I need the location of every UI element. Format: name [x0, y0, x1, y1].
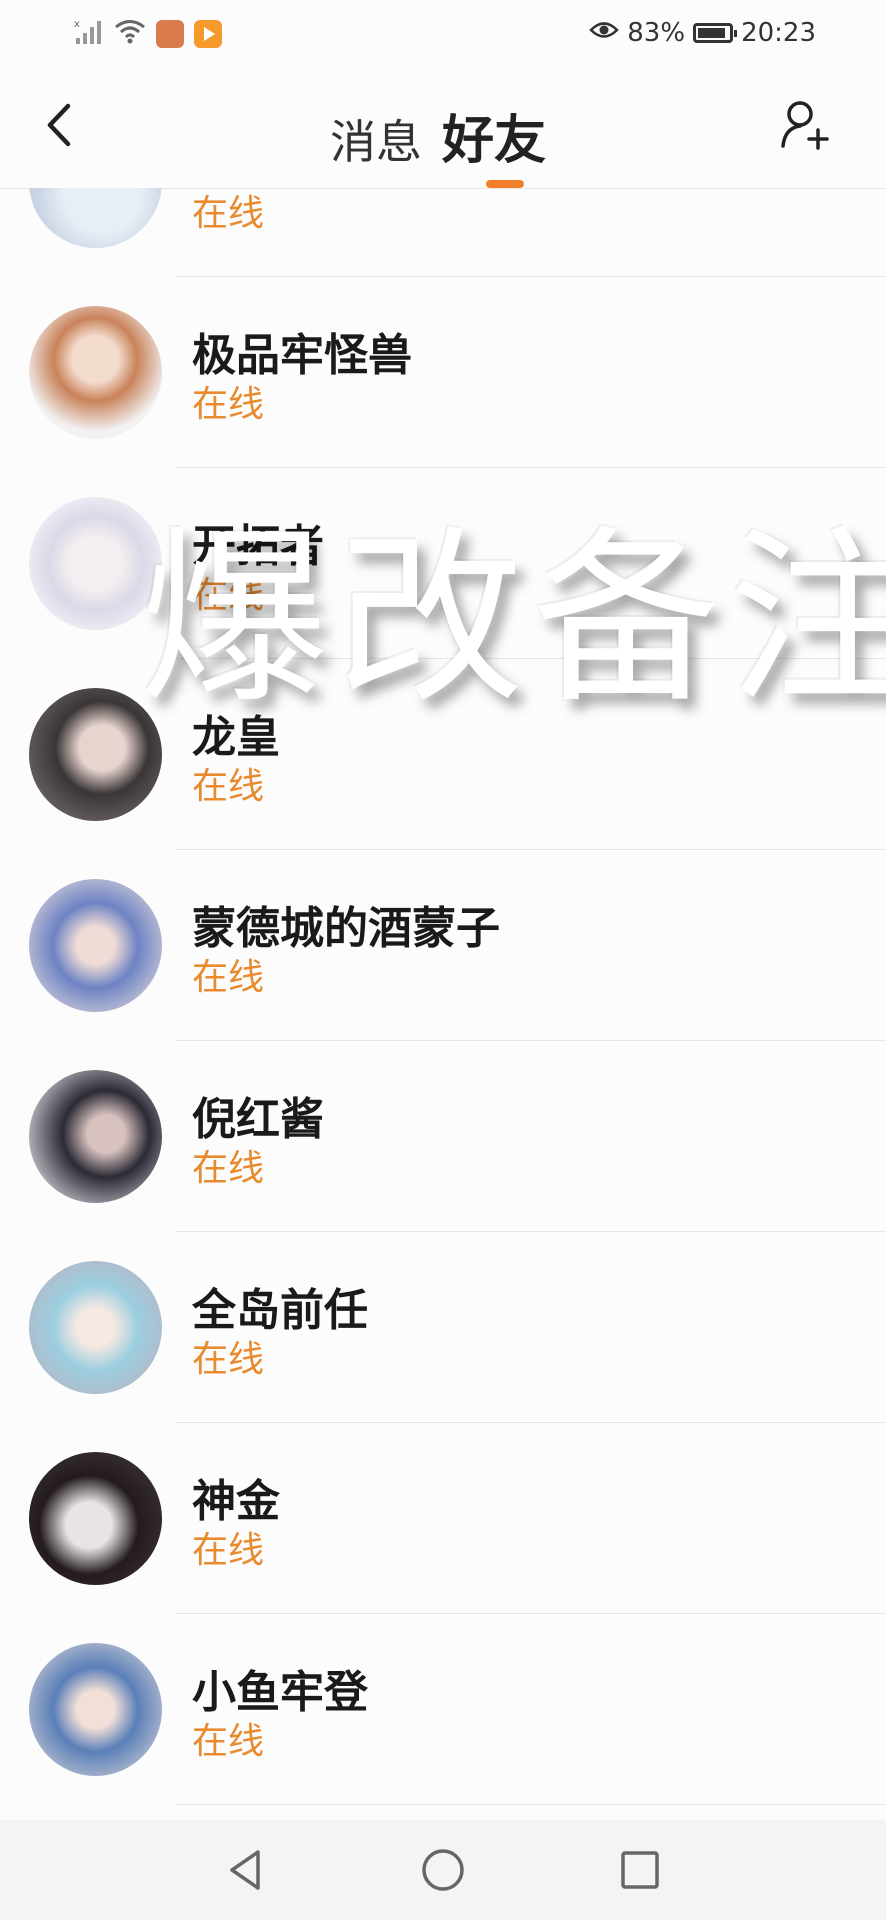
- online-status: 在线: [192, 1530, 265, 1571]
- video-app-notification-icon: [194, 20, 222, 48]
- online-status: 在线: [192, 957, 265, 998]
- online-status: 在线: [192, 193, 265, 234]
- avatar[interactable]: [29, 306, 162, 439]
- online-status: 在线: [192, 384, 265, 425]
- friend-list-item[interactable]: 神金 在线: [0, 1423, 886, 1614]
- friend-list-item[interactable]: 开拓者 在线: [0, 468, 886, 659]
- circle-home-icon: [422, 1849, 464, 1891]
- avatar[interactable]: [29, 188, 162, 248]
- avatar[interactable]: [29, 1452, 162, 1585]
- friend-name: 倪红酱: [192, 1094, 324, 1145]
- friend-list-item[interactable]: 倪红酱 在线: [0, 1041, 886, 1232]
- friend-name: 全岛前任: [192, 1285, 368, 1336]
- online-status: 在线: [192, 1721, 265, 1762]
- status-bar: x 83% 20:23: [0, 0, 886, 70]
- signal-icon: x: [74, 18, 104, 50]
- app-notification-icon: [156, 20, 184, 48]
- battery-percent: 83%: [627, 18, 686, 48]
- tab-friends[interactable]: 好友: [442, 98, 546, 173]
- friend-list-item[interactable]: 全岛前任 在线: [0, 1232, 886, 1423]
- friend-list-item[interactable]: 蒙德城的酒蒙子 在线: [0, 850, 886, 1041]
- battery-icon: [693, 23, 738, 43]
- friend-name: 神金: [192, 1476, 280, 1527]
- system-navigation-bar: [0, 1820, 886, 1920]
- chevron-left-icon: [47, 103, 71, 147]
- svg-text:x: x: [74, 19, 80, 30]
- friend-name: 蒙德城的酒蒙子: [192, 903, 500, 954]
- avatar[interactable]: [29, 1070, 162, 1203]
- avatar[interactable]: [29, 1643, 162, 1776]
- square-recents-icon: [621, 1851, 659, 1889]
- divider: [176, 1804, 886, 1805]
- friend-list-item[interactable]: 极品牢怪兽 在线: [0, 277, 886, 468]
- avatar[interactable]: [29, 1261, 162, 1394]
- friend-list-item[interactable]: 小鱼牢登 在线: [0, 1614, 886, 1805]
- nav-home-button[interactable]: [415, 1842, 471, 1898]
- top-bar: 消息 好友: [0, 70, 886, 189]
- friend-name: 开拓者: [192, 521, 324, 572]
- online-status: 在线: [192, 1148, 265, 1189]
- wifi-icon: [114, 19, 146, 49]
- avatar[interactable]: [29, 497, 162, 630]
- avatar[interactable]: [29, 688, 162, 821]
- friend-name: 极品牢怪兽: [192, 330, 412, 381]
- avatar[interactable]: [29, 879, 162, 1012]
- nav-recents-button[interactable]: [612, 1842, 668, 1898]
- online-status: 在线: [192, 766, 265, 807]
- online-status: 在线: [192, 1339, 265, 1380]
- back-button[interactable]: [40, 100, 80, 150]
- triangle-back-icon: [230, 1850, 260, 1890]
- eye-comfort-icon: [589, 18, 620, 48]
- clock: 20:23: [741, 18, 816, 48]
- friend-name: 龙皇: [192, 712, 280, 763]
- add-friend-button[interactable]: [780, 98, 832, 154]
- nav-back-button[interactable]: [218, 1842, 274, 1898]
- tab-messages[interactable]: 消息: [330, 106, 422, 172]
- online-status: 在线: [192, 575, 265, 616]
- friend-list-item[interactable]: 龙皇 在线: [0, 659, 886, 850]
- add-user-icon: [781, 101, 829, 150]
- friend-list-item[interactable]: 在线: [0, 188, 886, 277]
- friend-list[interactable]: 在线 极品牢怪兽 在线 开拓者 在线 龙皇 在线 蒙德城的酒蒙子 在线 倪红酱 …: [0, 188, 886, 1820]
- tab-bar: 消息 好友: [330, 98, 546, 173]
- active-tab-indicator: [486, 180, 524, 188]
- friend-name: 小鱼牢登: [192, 1667, 368, 1718]
